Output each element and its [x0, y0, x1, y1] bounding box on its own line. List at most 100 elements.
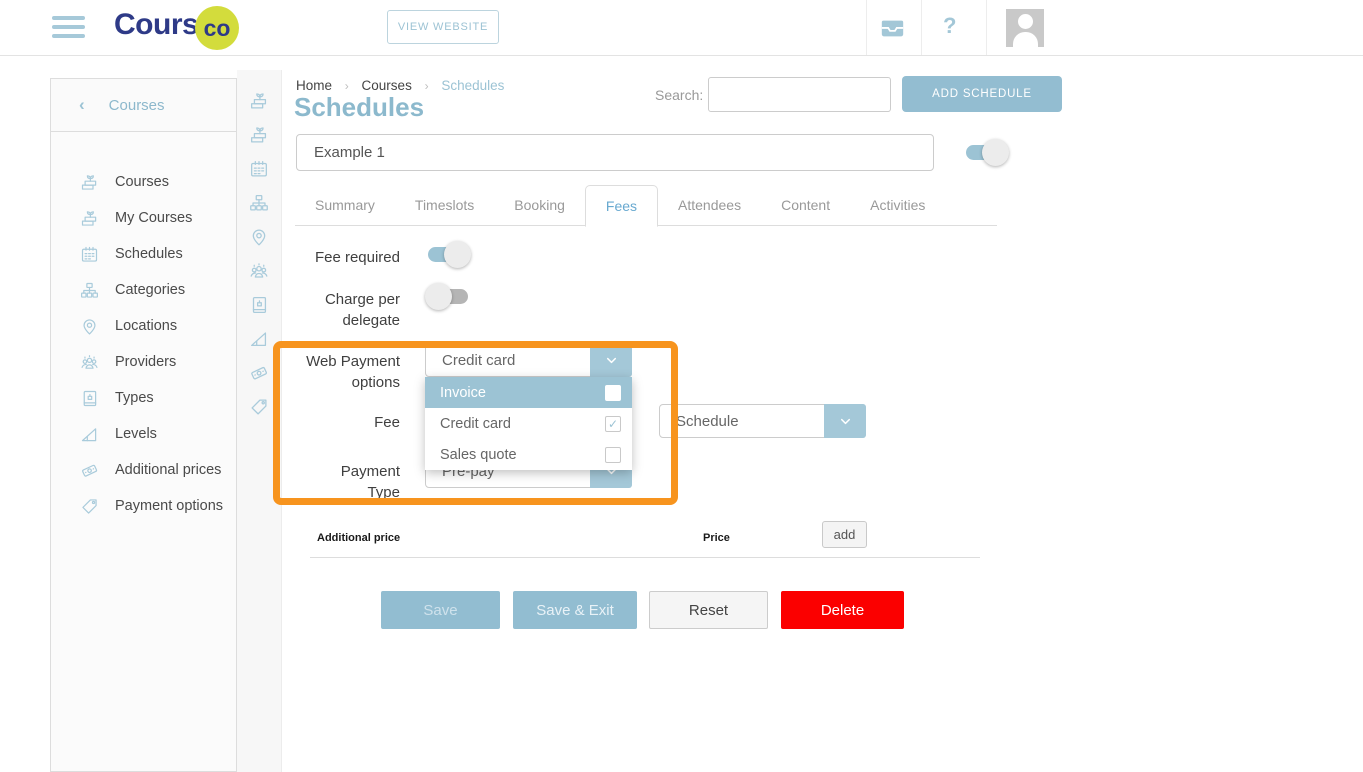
sidebar-item-types[interactable]: Types: [51, 380, 236, 416]
types-icon: [79, 388, 100, 409]
sidebar-item-label: Locations: [115, 318, 177, 334]
sidebar-item-additional-prices[interactable]: Additional prices: [51, 452, 236, 488]
app-window: Course co VIEW WEBSITE ? ‹ Courses Cours…: [0, 0, 1363, 772]
checkbox-icon[interactable]: [605, 447, 621, 463]
web-payment-selected-value: Credit card: [426, 345, 590, 376]
payment-type-label: Payment Type: [310, 461, 400, 503]
help-icon[interactable]: ?: [943, 13, 956, 39]
additional-prices-icon: [79, 460, 100, 481]
web-payment-dropdown: Invoice Credit card ✓ Sales quote: [425, 377, 632, 470]
chevron-left-icon: ‹: [79, 95, 85, 115]
search-input[interactable]: [708, 77, 891, 112]
inbox-icon[interactable]: [879, 15, 906, 47]
rail-providers-icon[interactable]: [237, 254, 281, 288]
table-divider: [310, 557, 980, 558]
tab-content[interactable]: Content: [761, 185, 850, 225]
search-label: Search:: [655, 87, 703, 103]
rail-locations-icon[interactable]: [237, 220, 281, 254]
locations-icon: [79, 316, 100, 337]
sidebar-item-providers[interactable]: Providers: [51, 344, 236, 380]
schedule-enabled-toggle[interactable]: [963, 139, 1009, 166]
chevron-down-icon[interactable]: [824, 404, 866, 438]
logo-badge: co: [195, 6, 239, 50]
charge-per-delegate-toggle[interactable]: [425, 283, 471, 310]
sidebar-back-link[interactable]: ‹ Courses: [51, 79, 236, 132]
sidebar-item-label: Levels: [115, 426, 157, 442]
checkbox-icon[interactable]: [605, 385, 621, 401]
fee-label: Fee: [300, 412, 400, 433]
header-divider: [866, 0, 867, 55]
tab-activities[interactable]: Activities: [850, 185, 945, 225]
tab-booking[interactable]: Booking: [494, 185, 585, 225]
fee-schedule-select[interactable]: Schedule: [659, 404, 866, 438]
sidebar-item-categories[interactable]: Categories: [51, 272, 236, 308]
dropdown-option-credit-card[interactable]: Credit card ✓: [425, 408, 632, 439]
sidebar-item-courses[interactable]: Courses: [51, 164, 236, 200]
header-divider: [921, 0, 922, 55]
rail-schedules-icon[interactable]: [237, 152, 281, 186]
sidebar-item-label: Providers: [115, 354, 176, 370]
rail-payment-options-icon[interactable]: [237, 390, 281, 424]
rail-courses-icon[interactable]: [237, 84, 281, 118]
breadcrumb-separator: ›: [345, 79, 349, 93]
chevron-down-icon[interactable]: [590, 344, 632, 377]
hamburger-menu-icon[interactable]: [52, 16, 85, 43]
reset-button[interactable]: Reset: [649, 591, 768, 629]
top-header: Course co VIEW WEBSITE ?: [0, 0, 1363, 56]
dropdown-option-invoice[interactable]: Invoice: [425, 377, 632, 408]
courses-icon: [79, 172, 100, 193]
payment-options-icon: [79, 496, 100, 517]
user-avatar[interactable]: [1006, 9, 1044, 47]
checkbox-icon[interactable]: ✓: [605, 416, 621, 432]
sidebar-item-payment-options[interactable]: Payment options: [51, 488, 236, 524]
dropdown-option-sales-quote[interactable]: Sales quote: [425, 439, 632, 470]
providers-icon: [79, 352, 100, 373]
tab-bar: SummaryTimeslotsBookingFeesAttendeesCont…: [295, 185, 945, 226]
breadcrumb-separator: ›: [425, 79, 429, 93]
save-button[interactable]: Save: [381, 591, 500, 629]
sidebar-item-locations[interactable]: Locations: [51, 308, 236, 344]
tab-timeslots[interactable]: Timeslots: [395, 185, 494, 225]
sidebar-item-label: Types: [115, 390, 154, 406]
sidebar: ‹ Courses Courses My Courses Schedules Cate…: [50, 78, 237, 772]
rail-categories-icon[interactable]: [237, 186, 281, 220]
schedules-icon: [79, 244, 100, 265]
dropdown-option-label: Credit card: [440, 416, 511, 432]
charge-per-delegate-label: Charge per delegate: [270, 289, 400, 331]
breadcrumb-courses[interactable]: Courses: [362, 78, 412, 93]
tab-fees[interactable]: Fees: [585, 185, 658, 227]
sidebar-item-my-courses[interactable]: My Courses: [51, 200, 236, 236]
rail-my-courses-icon[interactable]: [237, 118, 281, 152]
sidebar-item-label: Schedules: [115, 246, 183, 262]
page-title: Schedules: [294, 92, 424, 123]
breadcrumb-home[interactable]: Home: [296, 78, 332, 93]
sidebar-back-label: Courses: [109, 97, 165, 114]
fee-required-label: Fee required: [280, 247, 400, 268]
sidebar-item-label: Payment options: [115, 498, 223, 514]
sidebar-item-levels[interactable]: Levels: [51, 416, 236, 452]
save-exit-button[interactable]: Save & Exit: [513, 591, 637, 629]
schedule-name-input[interactable]: [296, 134, 934, 171]
sidebar-item-label: Courses: [115, 174, 169, 190]
header-divider: [986, 0, 987, 55]
fee-schedule-selected-value: Schedule: [660, 405, 824, 437]
sidebar-item-label: Additional prices: [115, 462, 221, 478]
tab-attendees[interactable]: Attendees: [658, 185, 761, 225]
view-website-button[interactable]: VIEW WEBSITE: [387, 10, 499, 44]
delete-button[interactable]: Delete: [781, 591, 904, 629]
fee-required-toggle[interactable]: [425, 241, 471, 268]
sidebar-item-label: Categories: [115, 282, 185, 298]
add-schedule-button[interactable]: ADD SCHEDULE: [902, 76, 1062, 112]
my-courses-icon: [79, 208, 100, 229]
tab-summary[interactable]: Summary: [295, 185, 395, 225]
categories-icon: [79, 280, 100, 301]
icon-rail: [237, 70, 282, 772]
dropdown-option-label: Invoice: [440, 385, 486, 401]
sidebar-item-schedules[interactable]: Schedules: [51, 236, 236, 272]
web-payment-select[interactable]: Credit card: [425, 344, 632, 377]
breadcrumb-schedules[interactable]: Schedules: [441, 78, 504, 93]
additional-price-header: Additional price: [317, 532, 400, 544]
add-price-button[interactable]: add: [822, 521, 867, 548]
price-header: Price: [703, 532, 730, 544]
dropdown-option-label: Sales quote: [440, 447, 517, 463]
